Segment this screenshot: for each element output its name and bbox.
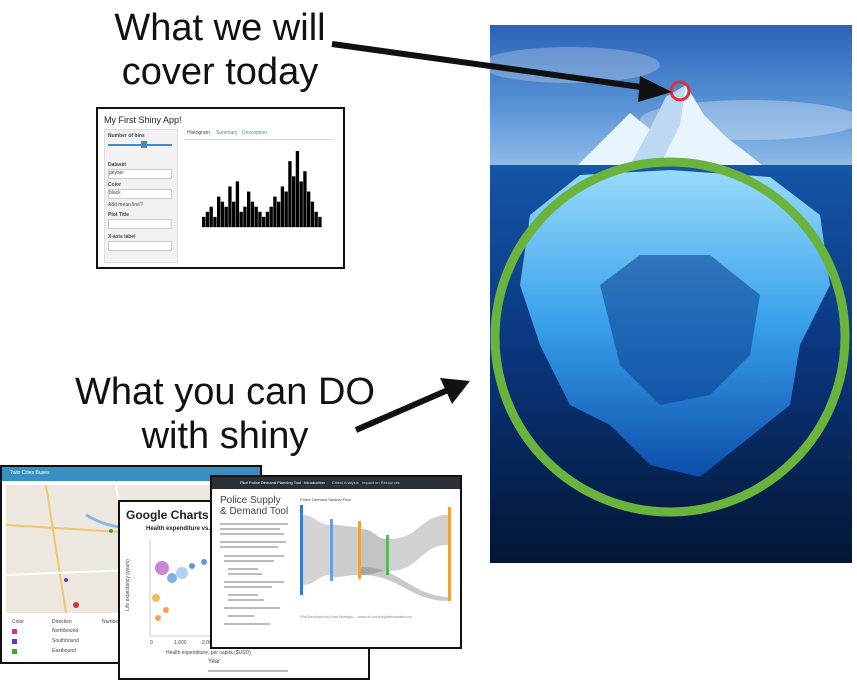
histogram-bar	[247, 191, 251, 227]
police-footer: Pilot Developed by Evan Mortagin — www.u…	[300, 615, 413, 619]
mean-line-checkbox[interactable]: Add mean line?	[108, 202, 143, 208]
histogram-bar	[310, 201, 315, 227]
histogram-bar	[314, 211, 318, 227]
table-row: Eastbound	[12, 648, 122, 656]
row-direction: Eastbound	[52, 648, 76, 654]
histogram-bar	[277, 201, 281, 227]
histogram-bar	[250, 201, 255, 227]
histogram-bar	[217, 196, 221, 227]
dataset-label: Dataset	[108, 162, 127, 168]
nav-cities-analysis[interactable]: Citiesi Analysis	[332, 480, 359, 485]
table-row: Southbound	[12, 638, 122, 646]
x-tick-label: 0	[150, 640, 153, 646]
histogram-bar	[209, 206, 213, 227]
histogram-bar	[288, 161, 292, 227]
nav-impact-resources[interactable]: Impact on Resources	[362, 480, 400, 485]
twin-cities-title: Twin Cities Buses	[10, 470, 50, 476]
histogram-bar	[232, 201, 236, 227]
histogram-bar	[295, 151, 300, 227]
histogram-bar	[284, 191, 288, 227]
dataset-select[interactable]: geyser	[108, 169, 172, 179]
shiny-sidebar: Number of bins Dataset geyser Color blac…	[104, 129, 178, 263]
table-header-color: Color	[12, 619, 24, 625]
histogram-bar	[220, 201, 225, 227]
nav-introduction[interactable]: Introduction	[304, 480, 325, 485]
plot-title-input[interactable]	[108, 219, 172, 229]
histogram-bar	[273, 196, 277, 227]
histogram-bar	[265, 211, 270, 227]
sankey-diagram	[300, 505, 451, 601]
google-chart-xlabel: Health expenditure, per capita ($USD)	[166, 650, 251, 656]
histogram-bar	[258, 211, 262, 227]
x-tick-label: 1,000	[174, 640, 187, 646]
bins-label: Number of bins	[108, 133, 145, 139]
plot-title-label: Plot Title	[108, 212, 130, 218]
police-navbar: Pilot Police Demand Planning Tool Introd…	[212, 477, 460, 489]
histogram-bar	[262, 216, 266, 227]
bins-slider[interactable]	[108, 144, 172, 146]
police-tool-screenshot: Pilot Police Demand Planning Tool Introd…	[210, 475, 462, 649]
histogram-bar	[243, 206, 247, 227]
sankey-title: Police Demand Sankey Flow	[300, 497, 352, 502]
bins-slider-handle[interactable]	[141, 141, 147, 148]
row-color-swatch	[12, 639, 17, 644]
tab-description[interactable]: Description	[242, 130, 267, 136]
google-chart-ylabel: Life expectancy (years)	[124, 559, 131, 611]
tab-histogram[interactable]: Histogram	[187, 130, 210, 136]
histogram-bar	[292, 176, 296, 227]
histogram-bar	[228, 186, 232, 227]
histogram-bar	[318, 216, 322, 227]
histogram-bar	[205, 211, 210, 227]
histogram-bar	[235, 181, 240, 227]
histogram-bar	[269, 206, 273, 227]
shiny-app-title: My First Shiny App!	[104, 115, 182, 125]
xaxis-input[interactable]	[108, 241, 172, 251]
histogram-bar	[299, 181, 303, 227]
histogram-bar	[224, 206, 228, 227]
table-header-direction: Direction	[52, 619, 72, 625]
year-label: Year	[208, 659, 221, 665]
police-text-block	[220, 523, 292, 633]
row-color-swatch	[12, 649, 17, 654]
histogram-chart	[202, 151, 322, 228]
table-row: Northbound	[12, 628, 122, 636]
histogram-bar	[303, 171, 307, 227]
row-color-swatch	[12, 629, 17, 634]
histogram-bar	[254, 206, 258, 227]
color-select[interactable]: black	[108, 189, 172, 199]
tab-summary[interactable]: Summary	[216, 130, 237, 136]
histogram-bar	[202, 216, 206, 227]
histogram-bar	[239, 211, 243, 227]
police-heading: Police Supply & Demand Tool	[220, 495, 289, 517]
row-direction: Southbound	[52, 638, 79, 644]
shiny-tabs: Histogram Summary Description	[184, 129, 334, 140]
arrow-bottom	[354, 387, 450, 433]
histogram-bar	[213, 216, 217, 227]
histogram-bar	[307, 191, 311, 227]
arrow-top-head-icon	[638, 76, 672, 102]
color-label: Color	[108, 182, 122, 188]
shiny-app-screenshot: My First Shiny App! Number of bins Datas…	[96, 107, 345, 269]
xaxis-label: X-axis label	[108, 234, 136, 240]
police-nav-title: Pilot Police Demand Planning Tool	[240, 480, 302, 485]
histogram-bar	[280, 186, 285, 227]
arrow-top	[331, 41, 649, 91]
row-direction: Northbound	[52, 628, 79, 634]
year-slider[interactable]	[208, 670, 288, 672]
